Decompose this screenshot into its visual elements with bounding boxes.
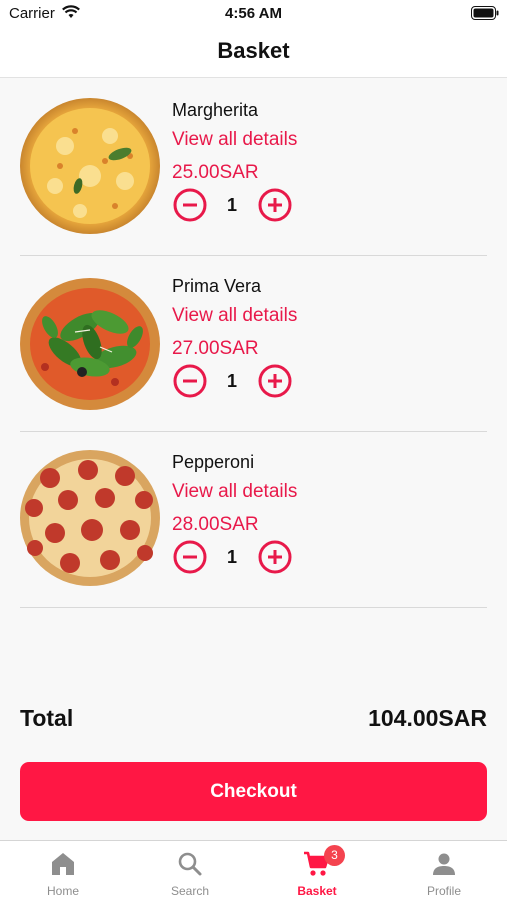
total-value: 104.00SAR [368,705,487,731]
item-name: Pepperoni [172,452,255,472]
view-details-link[interactable]: View all details [172,481,297,503]
tab-label: Profile [426,884,461,898]
status-time: 4:56 AM [225,5,282,22]
view-details-link[interactable]: View all details [172,305,297,327]
increase-quantity-button[interactable] [258,364,292,398]
basket-item: Pepperoni View all details 28.00SAR 1 [20,432,487,608]
decrease-quantity-button[interactable] [173,364,207,398]
nav-bar: Basket [0,28,507,78]
tab-basket[interactable]: 3 Basket [254,841,380,900]
search-icon [178,852,202,876]
item-name: Prima Vera [172,276,262,296]
page-title: Basket [217,38,290,63]
item-name: Margherita [172,100,259,120]
tab-home[interactable]: Home [0,841,126,900]
checkout-button[interactable]: Checkout [20,762,487,821]
tab-label: Home [46,884,79,898]
basket-item: Margherita View all details 25.00SAR 1 [20,80,487,256]
quantity-value: 1 [226,195,237,215]
tab-label: Basket [297,884,337,898]
prima-vera-pizza-image [20,278,160,410]
battery-icon [471,6,499,25]
total-label: Total [20,705,74,731]
quantity-value: 1 [226,371,237,391]
item-price: 28.00SAR [172,514,259,535]
cart-count-badge: 3 [324,845,345,866]
person-icon [433,853,455,875]
item-price: 25.00SAR [172,162,259,183]
decrease-quantity-button[interactable] [173,540,207,574]
increase-quantity-button[interactable] [258,188,292,222]
margherita-pizza-image [20,98,160,234]
status-bar: Carrier 4:56 AM [0,0,507,28]
increase-quantity-button[interactable] [258,540,292,574]
quantity-value: 1 [226,547,237,567]
decrease-quantity-button[interactable] [173,188,207,222]
tab-profile[interactable]: Profile [381,841,507,900]
tab-bar: Home Search 3 Basket Profile [0,840,507,900]
view-details-link[interactable]: View all details [172,129,297,151]
item-price: 27.00SAR [172,338,259,359]
tab-search[interactable]: Search [127,841,253,900]
tab-label: Search [170,884,210,898]
home-icon [52,853,74,875]
basket-item: Prima Vera View all details 27.00SAR 1 [20,256,487,432]
pepperoni-pizza-image [20,450,160,586]
